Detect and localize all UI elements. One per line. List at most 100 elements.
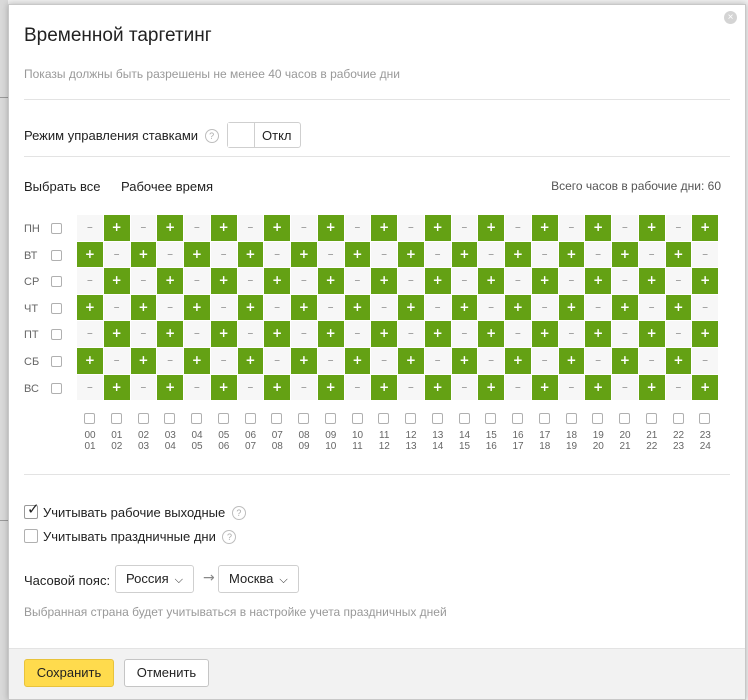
schedule-cell[interactable]: +: [237, 294, 265, 322]
save-button[interactable]: Сохранить: [24, 659, 114, 687]
hour-checkbox[interactable]: [351, 413, 363, 424]
schedule-cell[interactable]: +: [531, 374, 559, 402]
help-icon[interactable]: ?: [231, 506, 246, 520]
hour-checkbox[interactable]: [538, 413, 550, 424]
hour-checkbox[interactable]: [378, 413, 390, 424]
schedule-cell[interactable]: +: [665, 241, 693, 269]
schedule-cell[interactable]: –: [692, 348, 719, 375]
schedule-cell[interactable]: –: [344, 321, 372, 348]
schedule-cell[interactable]: +: [317, 268, 345, 295]
day-checkbox[interactable]: [51, 249, 62, 261]
schedule-cell[interactable]: –: [451, 215, 479, 242]
schedule-cell[interactable]: –: [665, 268, 693, 295]
hour-checkbox[interactable]: [699, 413, 711, 424]
schedule-cell[interactable]: +: [371, 268, 398, 295]
working-weekends-option[interactable]: ✓ Учитывать рабочие выходные ?: [24, 500, 246, 520]
schedule-cell[interactable]: –: [398, 268, 425, 295]
schedule-cell[interactable]: –: [585, 294, 612, 322]
schedule-cell[interactable]: +: [398, 241, 425, 269]
schedule-cell[interactable]: –: [344, 215, 372, 242]
schedule-cell[interactable]: –: [692, 241, 719, 269]
schedule-cell[interactable]: –: [531, 241, 559, 269]
schedule-cell[interactable]: –: [237, 374, 265, 402]
schedule-cell[interactable]: –: [665, 321, 693, 348]
schedule-cell[interactable]: +: [531, 321, 559, 348]
schedule-cell[interactable]: +: [531, 268, 559, 295]
schedule-cell[interactable]: +: [558, 241, 586, 269]
bid-mode-toggle[interactable]: Откл: [227, 122, 301, 148]
schedule-cell[interactable]: +: [665, 348, 693, 375]
schedule-cell[interactable]: –: [558, 321, 586, 348]
schedule-cell[interactable]: +: [317, 215, 345, 242]
hour-checkbox[interactable]: [512, 413, 523, 424]
holidays-option[interactable]: Учитывать праздничные дни ?: [24, 529, 237, 544]
help-icon[interactable]: ?: [204, 129, 219, 143]
schedule-cell[interactable]: +: [424, 215, 452, 242]
schedule-cell[interactable]: –: [638, 241, 666, 269]
schedule-cell[interactable]: –: [451, 374, 479, 402]
city-select[interactable]: Москва ⌵: [218, 565, 299, 593]
schedule-cell[interactable]: –: [210, 241, 238, 269]
schedule-cell[interactable]: –: [665, 374, 693, 402]
schedule-cell[interactable]: –: [505, 321, 532, 348]
schedule-cell[interactable]: –: [371, 294, 398, 322]
schedule-cell[interactable]: –: [210, 348, 238, 375]
schedule-cell[interactable]: –: [77, 215, 104, 242]
schedule-cell[interactable]: +: [291, 241, 318, 269]
schedule-cell[interactable]: +: [264, 268, 291, 295]
schedule-cell[interactable]: –: [264, 348, 291, 375]
schedule-cell[interactable]: –: [612, 268, 639, 295]
hour-checkbox[interactable]: [217, 413, 229, 424]
schedule-cell[interactable]: +: [77, 241, 104, 269]
schedule-cell[interactable]: +: [157, 215, 184, 242]
schedule-cell[interactable]: –: [317, 294, 345, 322]
day-checkbox[interactable]: [51, 223, 62, 234]
schedule-cell[interactable]: +: [692, 215, 719, 242]
schedule-cell[interactable]: –: [424, 294, 452, 322]
schedule-cell[interactable]: –: [77, 374, 104, 402]
schedule-cell[interactable]: –: [77, 321, 104, 348]
schedule-cell[interactable]: +: [585, 321, 612, 348]
schedule-cell[interactable]: –: [505, 268, 532, 295]
hour-checkbox[interactable]: [110, 413, 122, 424]
schedule-cell[interactable]: –: [184, 268, 211, 295]
schedule-cell[interactable]: +: [612, 241, 639, 269]
schedule-cell[interactable]: –: [531, 294, 559, 322]
schedule-cell[interactable]: –: [558, 268, 586, 295]
schedule-cell[interactable]: –: [424, 348, 452, 375]
schedule-cell[interactable]: +: [451, 294, 479, 322]
schedule-cell[interactable]: –: [103, 294, 131, 322]
hour-checkbox[interactable]: [619, 413, 630, 424]
schedule-cell[interactable]: –: [237, 215, 265, 242]
schedule-cell[interactable]: +: [184, 294, 211, 322]
schedule-cell[interactable]: +: [451, 348, 479, 375]
schedule-cell[interactable]: +: [210, 321, 238, 348]
schedule-cell[interactable]: –: [371, 348, 398, 375]
schedule-cell[interactable]: –: [184, 215, 211, 242]
schedule-cell[interactable]: –: [478, 348, 505, 375]
hour-checkbox[interactable]: [458, 413, 470, 424]
schedule-cell[interactable]: –: [264, 294, 291, 322]
schedule-cell[interactable]: +: [264, 215, 291, 242]
schedule-cell[interactable]: –: [237, 321, 265, 348]
schedule-cell[interactable]: +: [344, 348, 372, 375]
schedule-cell[interactable]: –: [558, 215, 586, 242]
day-checkbox[interactable]: [51, 276, 62, 288]
schedule-cell[interactable]: –: [585, 348, 612, 375]
schedule-cell[interactable]: +: [692, 374, 719, 402]
schedule-cell[interactable]: +: [612, 348, 639, 375]
holidays-checkbox[interactable]: [24, 529, 38, 543]
schedule-cell[interactable]: +: [424, 268, 452, 295]
schedule-cell[interactable]: +: [398, 348, 425, 375]
schedule-cell[interactable]: +: [558, 294, 586, 322]
schedule-cell[interactable]: +: [130, 294, 158, 322]
hour-checkbox[interactable]: [84, 413, 95, 424]
schedule-cell[interactable]: –: [130, 215, 158, 242]
schedule-cell[interactable]: +: [157, 268, 184, 295]
help-icon[interactable]: ?: [222, 530, 237, 544]
schedule-cell[interactable]: +: [665, 294, 693, 322]
schedule-cell[interactable]: –: [478, 241, 505, 269]
schedule-cell[interactable]: –: [184, 374, 211, 402]
schedule-cell[interactable]: –: [317, 348, 345, 375]
working-weekends-checkbox[interactable]: ✓: [24, 500, 40, 519]
